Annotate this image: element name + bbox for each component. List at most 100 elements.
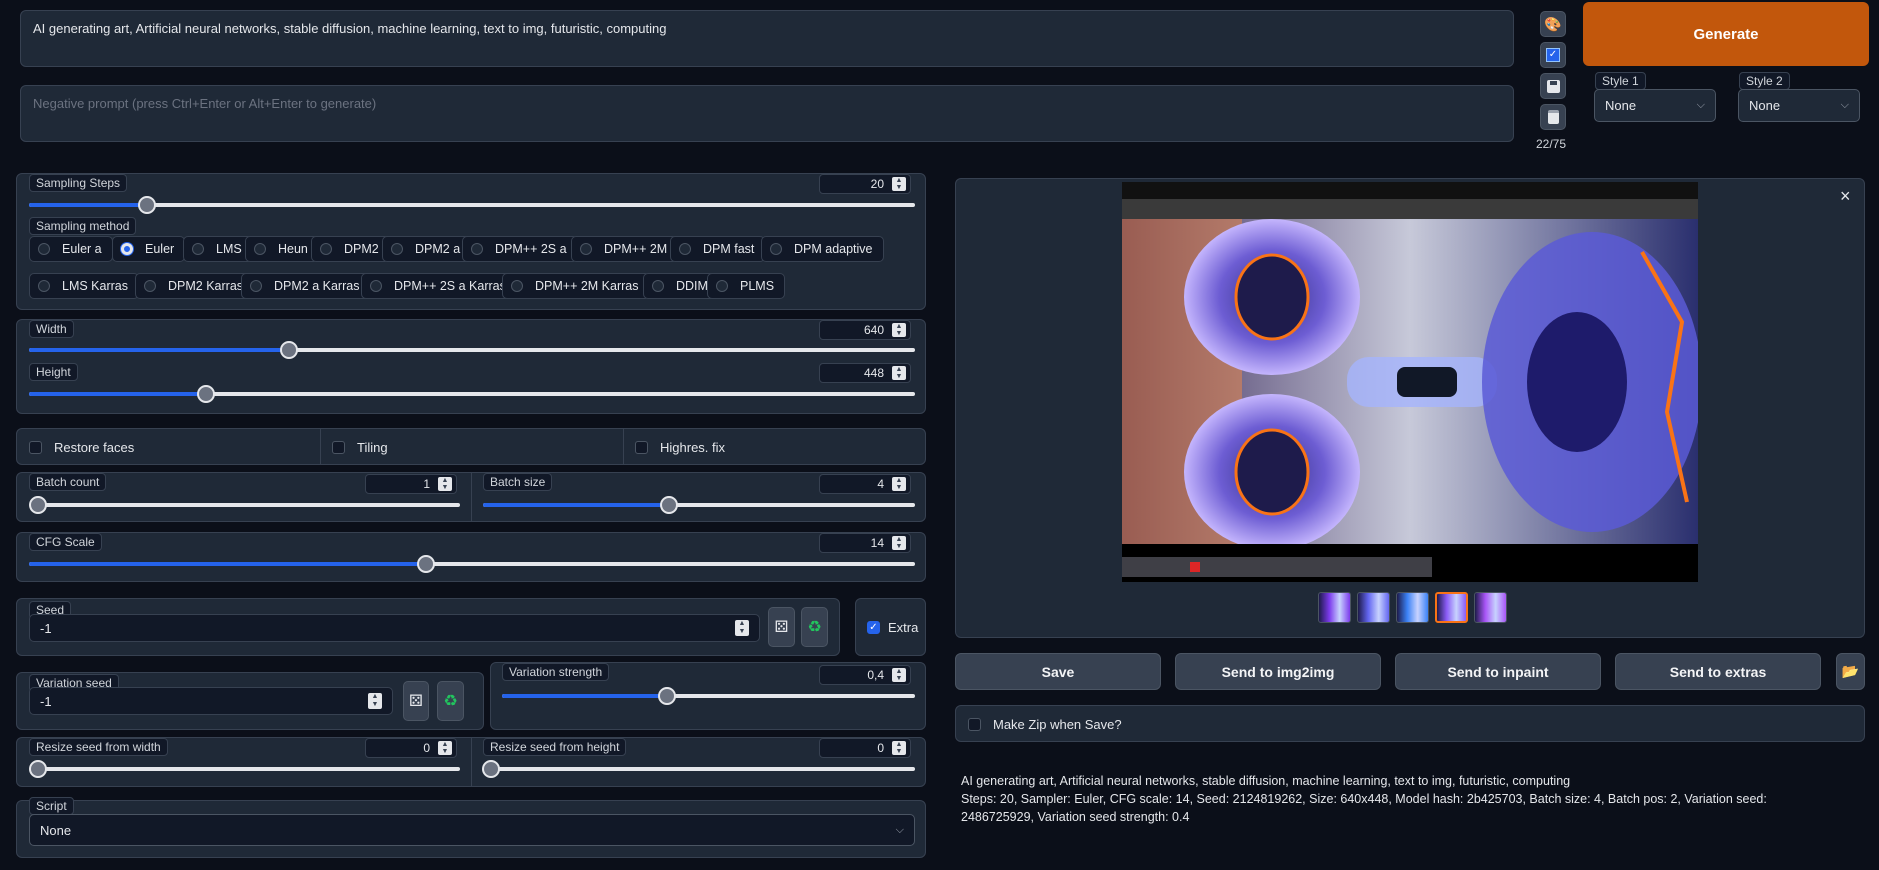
gallery-thumbnail[interactable] (1474, 592, 1507, 623)
clipboard-icon[interactable] (1540, 104, 1566, 130)
slider-thumb[interactable] (659, 496, 678, 514)
seed-input[interactable]: -1 ▲ ▼ (29, 614, 760, 642)
stepper-icon[interactable]: ▲ ▼ (892, 323, 906, 337)
sampler-radio-plms[interactable]: PLMS (707, 273, 786, 299)
stepper-icon[interactable]: ▲ ▼ (892, 668, 906, 682)
resize-height-slider[interactable] (482, 760, 915, 778)
extra-checkbox[interactable]: ✓ Extra (867, 620, 918, 635)
stepper-icon[interactable]: ▲ ▼ (892, 741, 906, 755)
gallery-thumbnail[interactable] (1435, 592, 1468, 623)
batch-size-slider[interactable] (483, 496, 915, 514)
resize-height-value: 0 (877, 741, 884, 755)
make-zip-checkbox[interactable]: Make Zip when Save? (968, 717, 1122, 732)
script-select[interactable]: None ⌵ (29, 814, 915, 846)
prompt-textarea[interactable]: AI generating art, Artificial neural net… (20, 10, 1514, 67)
variation-seed-input[interactable]: -1 ▲ ▼ (29, 687, 393, 715)
restore-faces-checkbox[interactable]: Restore faces (29, 440, 134, 455)
sampler-radio-dpm-adaptive[interactable]: DPM adaptive (761, 236, 884, 262)
sampler-label: DPM adaptive (794, 242, 873, 256)
palette-icon[interactable]: 🎨 (1540, 11, 1566, 37)
generated-image[interactable] (1122, 182, 1698, 582)
batch-count-slider[interactable] (29, 496, 460, 514)
gallery-thumbnail[interactable] (1357, 592, 1390, 623)
sampling-steps-slider[interactable] (29, 196, 915, 214)
cfg-scale-slider[interactable] (29, 555, 915, 573)
negative-prompt-textarea[interactable]: Negative prompt (press Ctrl+Enter or Alt… (20, 85, 1514, 142)
recycle-icon[interactable]: ♻ (801, 607, 828, 647)
slider-thumb[interactable] (482, 760, 500, 778)
height-slider[interactable] (29, 385, 915, 403)
variation-strength-slider[interactable] (502, 687, 915, 705)
sampler-radio-dpm2[interactable]: DPM2 (311, 236, 390, 262)
width-input[interactable]: 640 ▲ ▼ (819, 320, 911, 340)
sampler-label: LMS (216, 242, 242, 256)
stepper-icon[interactable]: ▲ ▼ (368, 693, 382, 709)
batch-size-input[interactable]: 4 ▲ ▼ (819, 474, 911, 494)
batch-size-label: Batch size (483, 473, 553, 491)
sampler-label: Euler a (62, 242, 102, 256)
radio-dot (38, 280, 50, 292)
sampler-radio-dpm2-a[interactable]: DPM2 a (382, 236, 472, 262)
stepper-icon[interactable]: ▲ ▼ (892, 536, 906, 550)
sampler-radio-dpm-fast[interactable]: DPM fast (670, 236, 766, 262)
radio-dot (580, 243, 592, 255)
stepper-icon[interactable]: ▲ ▼ (438, 741, 452, 755)
save-button[interactable]: Save (955, 653, 1161, 690)
slider-thumb[interactable] (416, 555, 435, 573)
width-slider[interactable] (29, 341, 915, 359)
gallery-thumbnail[interactable] (1396, 592, 1429, 623)
checkbox-box[interactable] (968, 718, 981, 731)
recycle-icon[interactable]: ♻ (437, 681, 464, 721)
resize-width-input[interactable]: 0 ▲ ▼ (365, 738, 457, 758)
highres-fix-checkbox[interactable]: Highres. fix (635, 440, 725, 455)
gallery-thumbnail[interactable] (1318, 592, 1351, 623)
height-input[interactable]: 448 ▲ ▼ (819, 363, 911, 383)
slider-thumb[interactable] (29, 760, 47, 778)
dice-icon[interactable]: ⚄ (768, 607, 795, 647)
sampler-radio-lms-karras[interactable]: LMS Karras (29, 273, 139, 299)
sampler-radio-dpm2-a-karras[interactable]: DPM2 a Karras (241, 273, 371, 299)
style1-select[interactable]: None ⌵ (1594, 89, 1716, 122)
sampler-radio-heun[interactable]: Heun (245, 236, 319, 262)
stepper-icon[interactable]: ▲ ▼ (892, 477, 906, 491)
sampler-radio-lms[interactable]: LMS (183, 236, 253, 262)
sampler-label: DPM++ 2S a (495, 242, 567, 256)
stepper-icon[interactable]: ▲ ▼ (892, 366, 906, 380)
sampler-radio-dpm-2m-karras[interactable]: DPM++ 2M Karras (502, 273, 650, 299)
sampler-radio-dpm-2s-a-karras[interactable]: DPM++ 2S a Karras (361, 273, 517, 299)
close-icon[interactable]: × (1840, 186, 1851, 207)
sampler-radio-dpm2-karras[interactable]: DPM2 Karras (135, 273, 255, 299)
style2-select[interactable]: None ⌵ (1738, 89, 1860, 122)
stepper-icon[interactable]: ▲ ▼ (735, 620, 749, 636)
variation-strength-input[interactable]: 0,4 ▲ ▼ (819, 665, 911, 685)
slider-thumb[interactable] (137, 196, 156, 214)
batch-count-input[interactable]: 1 ▲ ▼ (365, 474, 457, 494)
resize-width-slider[interactable] (29, 760, 460, 778)
sampler-label: DPM2 a Karras (274, 279, 360, 293)
resize-height-input[interactable]: 0 ▲ ▼ (819, 738, 911, 758)
slider-thumb[interactable] (29, 496, 47, 514)
checkbox-icon[interactable]: ✓ (1540, 42, 1566, 68)
resize-divider (471, 738, 472, 786)
checkbox-box[interactable] (29, 441, 42, 454)
sampling-steps-input[interactable]: 20 ▲ ▼ (819, 174, 911, 194)
send-to-img2img-button[interactable]: Send to img2img (1175, 653, 1381, 690)
checkbox-box[interactable] (332, 441, 345, 454)
send-to-inpaint-button[interactable]: Send to inpaint (1395, 653, 1601, 690)
tiling-checkbox[interactable]: Tiling (332, 440, 388, 455)
highres-fix-label: Highres. fix (660, 440, 726, 455)
sampler-radio-dpm-2m[interactable]: DPM++ 2M (571, 236, 679, 262)
send-to-extras-button[interactable]: Send to extras (1615, 653, 1821, 690)
sampler-radio-euler-a[interactable]: Euler a (29, 236, 113, 262)
generate-button[interactable]: Generate (1583, 2, 1869, 66)
stepper-icon[interactable]: ▲ ▼ (892, 177, 906, 191)
checkbox-box[interactable]: ✓ (867, 621, 880, 634)
folder-icon[interactable]: 📂 (1836, 653, 1865, 690)
checkbox-box[interactable] (635, 441, 648, 454)
save-icon[interactable] (1540, 73, 1566, 99)
sampler-radio-euler[interactable]: Euler (112, 236, 186, 262)
dice-icon[interactable]: ⚄ (403, 681, 429, 721)
stepper-icon[interactable]: ▲ ▼ (438, 477, 452, 491)
cfg-scale-input[interactable]: 14 ▲ ▼ (819, 533, 911, 553)
sampler-radio-dpm-2s-a[interactable]: DPM++ 2S a (462, 236, 578, 262)
